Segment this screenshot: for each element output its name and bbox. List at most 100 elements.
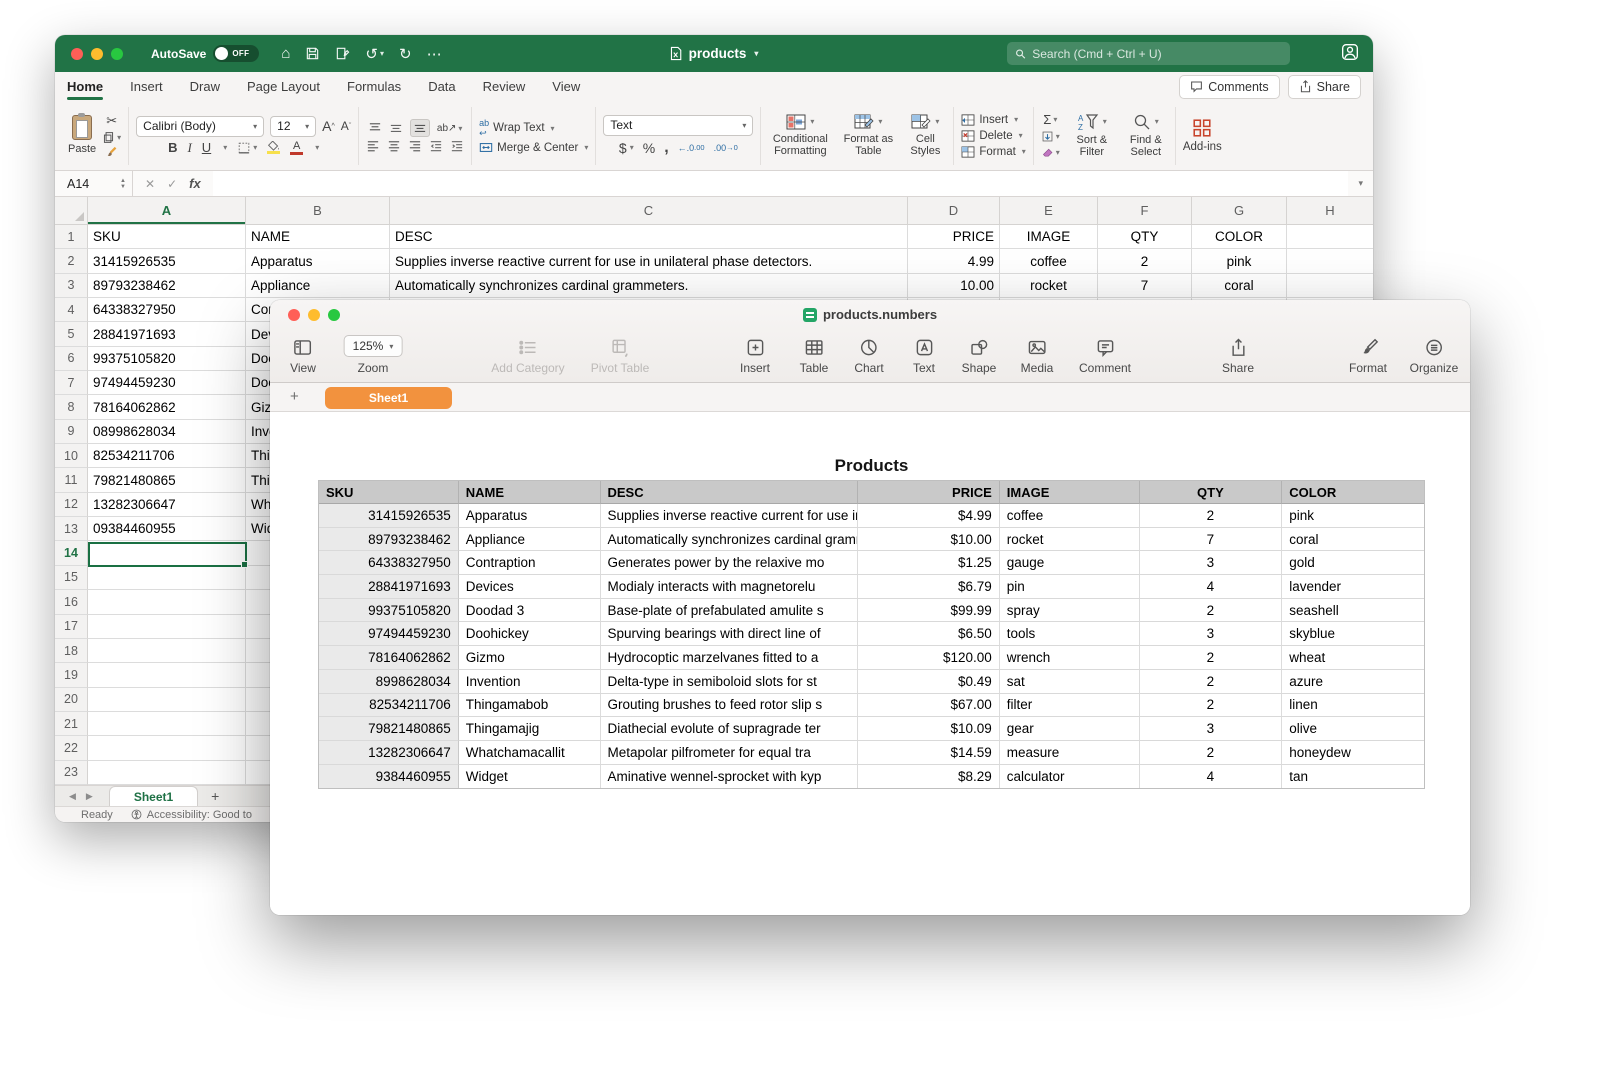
search-box[interactable] (1007, 42, 1290, 65)
cell[interactable] (1287, 249, 1373, 273)
table-cell[interactable]: $4.99 (858, 504, 1000, 528)
cell[interactable]: SKU (88, 225, 246, 249)
insert-function-icon[interactable]: fx (189, 176, 201, 191)
column-header[interactable]: D (908, 197, 1000, 224)
align-center-button[interactable] (387, 140, 401, 152)
font-color-button[interactable]: A (290, 141, 303, 155)
cell[interactable]: 82534211706 (88, 444, 246, 468)
cell[interactable]: coral (1192, 274, 1287, 298)
cell[interactable] (88, 590, 246, 614)
column-header[interactable]: A (88, 197, 246, 224)
table-cell[interactable]: $0.49 (858, 670, 1000, 694)
column-header[interactable]: G (1192, 197, 1287, 224)
table-cell[interactable]: 89793238462 (319, 528, 459, 552)
table-cell[interactable]: seashell (1282, 599, 1424, 623)
table-cell[interactable]: 2 (1140, 670, 1283, 694)
chart-button[interactable]: Chart (854, 338, 883, 375)
cell[interactable]: Appliance (246, 274, 390, 298)
row-header[interactable]: 5 (55, 322, 88, 346)
cell[interactable]: DESC (390, 225, 908, 249)
table-cell[interactable]: olive (1282, 717, 1424, 741)
table-cell[interactable]: $10.00 (858, 528, 1000, 552)
cell[interactable]: IMAGE (1000, 225, 1098, 249)
cell[interactable]: COLOR (1192, 225, 1287, 249)
autosave-toggle[interactable]: AutoSave OFF (151, 45, 259, 62)
cell[interactable]: 4.99 (908, 249, 1000, 273)
format-as-table-button[interactable]: ▾ Format as Table (842, 114, 894, 158)
cancel-entry-icon[interactable]: ✕ (145, 177, 155, 191)
table-cell[interactable]: 13282306647 (319, 741, 459, 765)
accessibility-status[interactable]: Accessibility: Good to (131, 809, 252, 821)
column-header[interactable]: H (1287, 197, 1373, 224)
formula-input[interactable] (213, 171, 1349, 196)
row-header[interactable]: 6 (55, 347, 88, 371)
media-button[interactable]: Media (1021, 338, 1054, 375)
table-cell[interactable]: linen (1282, 694, 1424, 718)
cell[interactable]: Apparatus (246, 249, 390, 273)
bold-button[interactable]: B (168, 140, 177, 155)
fill-button[interactable]: ▾ (1041, 130, 1060, 143)
row-header[interactable]: 23 (55, 761, 88, 785)
cell[interactable]: NAME (246, 225, 390, 249)
row-header[interactable]: 20 (55, 688, 88, 712)
row-header[interactable]: 16 (55, 590, 88, 614)
underline-button[interactable]: U (202, 140, 211, 155)
table-cell[interactable]: 9384460955 (319, 765, 459, 789)
table-cell[interactable]: pin (1000, 575, 1140, 599)
row-header[interactable]: 10 (55, 444, 88, 468)
save-as-icon[interactable] (335, 46, 350, 61)
table-cell[interactable]: azure (1282, 670, 1424, 694)
cell[interactable]: Supplies inverse reactive current for us… (390, 249, 908, 273)
cell[interactable] (88, 615, 246, 639)
table-cell[interactable]: 4 (1140, 575, 1283, 599)
next-sheet-icon[interactable]: ▶ (86, 791, 93, 802)
cell[interactable]: 2 (1098, 249, 1192, 273)
table-cell[interactable]: 2 (1140, 504, 1283, 528)
table-cell[interactable]: measure (1000, 741, 1140, 765)
table-cell[interactable]: gauge (1000, 551, 1140, 575)
ribbon-tab[interactable]: Draw (190, 72, 220, 101)
borders-button[interactable]: ▾ (237, 141, 257, 155)
table-cell[interactable]: Thingamabob (459, 694, 601, 718)
row-header[interactable]: 8 (55, 395, 88, 419)
table-cell[interactable]: $14.59 (858, 741, 1000, 765)
row-header[interactable]: 12 (55, 493, 88, 517)
orientation-button[interactable]: ab↗▾ (437, 123, 463, 134)
cell[interactable] (88, 688, 246, 712)
confirm-entry-icon[interactable]: ✓ (167, 177, 177, 191)
decrease-indent-button[interactable] (429, 140, 443, 152)
document-title[interactable]: products ▾ (670, 35, 759, 72)
table-cell[interactable]: pink (1282, 504, 1424, 528)
sort-filter-button[interactable]: AZ ▾ Sort & Filter (1070, 113, 1114, 159)
table-cell[interactable]: Doodad 3 (459, 599, 601, 623)
table-cell[interactable]: 3 (1140, 717, 1283, 741)
merge-center-button[interactable]: Merge & Center ▾ (479, 142, 588, 154)
ribbon-tab[interactable]: View (552, 72, 580, 101)
cell[interactable]: rocket (1000, 274, 1098, 298)
shape-button[interactable]: Shape (962, 338, 997, 375)
table-cell[interactable]: Whatchamacallit (459, 741, 601, 765)
cell[interactable] (88, 736, 246, 760)
table-cell[interactable]: 8998628034 (319, 670, 459, 694)
table-cell[interactable]: Aminative wennel-sprocket with kyp (601, 765, 859, 789)
cut-button[interactable]: ✂ (106, 113, 117, 129)
table-cell[interactable]: $120.00 (858, 646, 1000, 670)
table-cell[interactable]: tan (1282, 765, 1424, 789)
table-cell[interactable]: skyblue (1282, 622, 1424, 646)
table-header-cell[interactable]: COLOR (1282, 481, 1424, 504)
cell[interactable] (88, 663, 246, 687)
table-cell[interactable]: $6.79 (858, 575, 1000, 599)
format-button[interactable]: Format (1349, 338, 1387, 375)
ribbon-tab[interactable]: Review (483, 72, 526, 101)
decrease-decimal-button[interactable]: .00→0 (714, 143, 738, 153)
table-cell[interactable]: 2 (1140, 646, 1283, 670)
table-cell[interactable]: 4 (1140, 765, 1283, 789)
table-cell[interactable]: Metapolar pilfrometer for equal tra (601, 741, 859, 765)
cell[interactable] (88, 712, 246, 736)
autosum-button[interactable]: Σ▾ (1043, 112, 1057, 127)
cell[interactable]: 13282306647 (88, 493, 246, 517)
increase-decimal-button[interactable]: ←.0.00 (678, 143, 705, 153)
table-cell[interactable]: Automatically synchronizes cardinal gram… (601, 528, 859, 552)
align-middle-button[interactable] (389, 122, 403, 134)
cell[interactable]: 78164062862 (88, 395, 246, 419)
